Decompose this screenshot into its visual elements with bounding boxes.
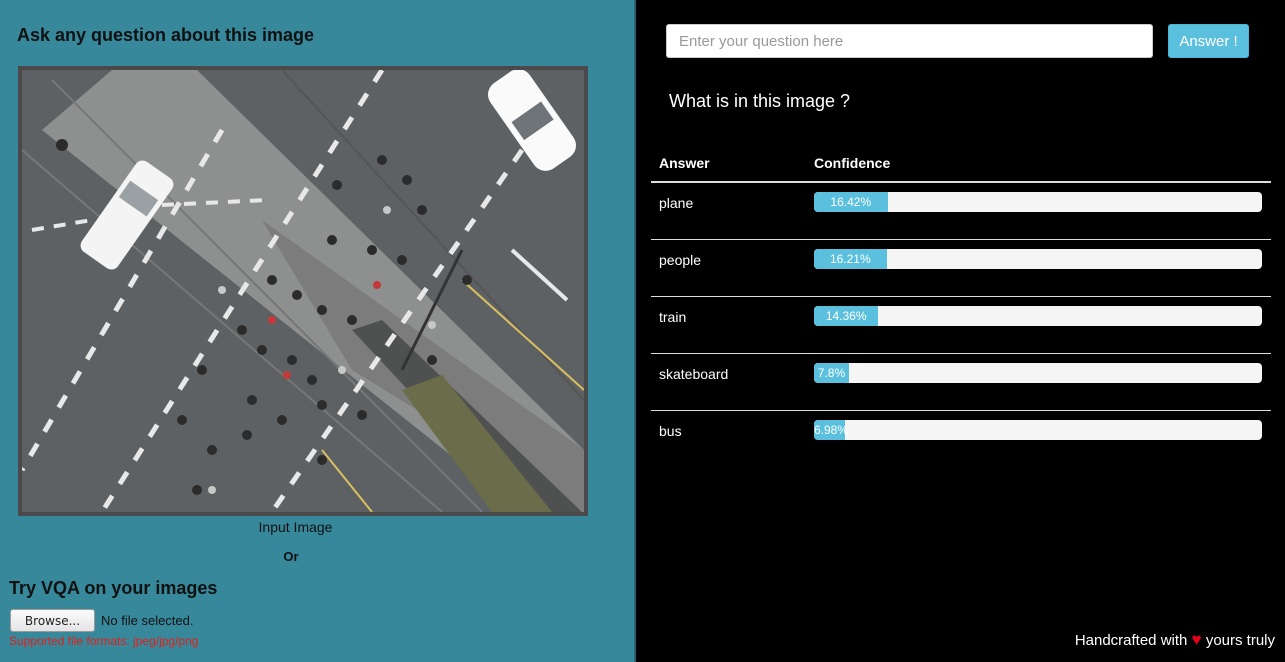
image-caption: Input Image	[258, 519, 333, 535]
confidence-progress: 7.8%	[814, 363, 1262, 383]
confidence-progress: 16.42%	[814, 192, 1262, 212]
table-row: people 16.21%	[651, 239, 1271, 297]
answer-label: train	[659, 309, 687, 325]
answer-column-header: Answer	[651, 145, 806, 183]
results-table: Answer Confidence plane 16.42% people 16…	[651, 145, 1271, 467]
confidence-bar: 16.21%	[814, 249, 887, 269]
footer-prefix: Handcrafted with	[1074, 632, 1188, 649]
left-panel: Ask any question about this image Input …	[0, 0, 634, 662]
table-header-row: Answer Confidence	[651, 145, 1271, 183]
input-image	[18, 66, 588, 516]
confidence-progress: 16.21%	[814, 249, 1262, 269]
or-label: Or	[283, 549, 299, 564]
answer-label: people	[659, 252, 702, 268]
right-panel: Answer ! What is in this image ? Answer …	[636, 0, 1285, 662]
question-input[interactable]	[666, 24, 1153, 58]
confidence-bar: 14.36%	[814, 306, 879, 326]
table-row: skateboard 7.8%	[651, 353, 1271, 411]
answer-button[interactable]: Answer !	[1168, 24, 1249, 58]
question-heading: What is in this image ?	[669, 91, 851, 111]
supported-formats-note: Supported file formats: jpeg/jpg/png	[9, 634, 199, 648]
confidence-column-header: Confidence	[806, 145, 1271, 183]
footer-suffix: yours truly	[1205, 632, 1275, 649]
confidence-bar: 6.98%	[814, 420, 848, 440]
confidence-bar: 7.8%	[814, 363, 849, 383]
heart-icon: ♥	[1191, 630, 1202, 649]
confidence-progress: 6.98%	[814, 420, 1262, 440]
table-row: train 14.36%	[651, 296, 1271, 354]
table-row: bus 6.98%	[651, 410, 1271, 467]
upload-title: Try VQA on your images	[9, 578, 218, 598]
footer: Handcrafted with ♥ yours truly	[1075, 630, 1275, 650]
file-status: No file selected.	[101, 613, 194, 628]
aerial-street-photo	[22, 70, 584, 512]
confidence-bar: 16.42%	[814, 192, 888, 212]
browse-button[interactable]: Browse...	[10, 609, 95, 632]
table-row: plane 16.42%	[651, 182, 1271, 240]
answer-label: skateboard	[659, 366, 729, 382]
answer-label: plane	[659, 195, 694, 211]
answer-label: bus	[659, 423, 682, 439]
confidence-progress: 14.36%	[814, 306, 1262, 326]
left-title: Ask any question about this image	[17, 25, 315, 45]
